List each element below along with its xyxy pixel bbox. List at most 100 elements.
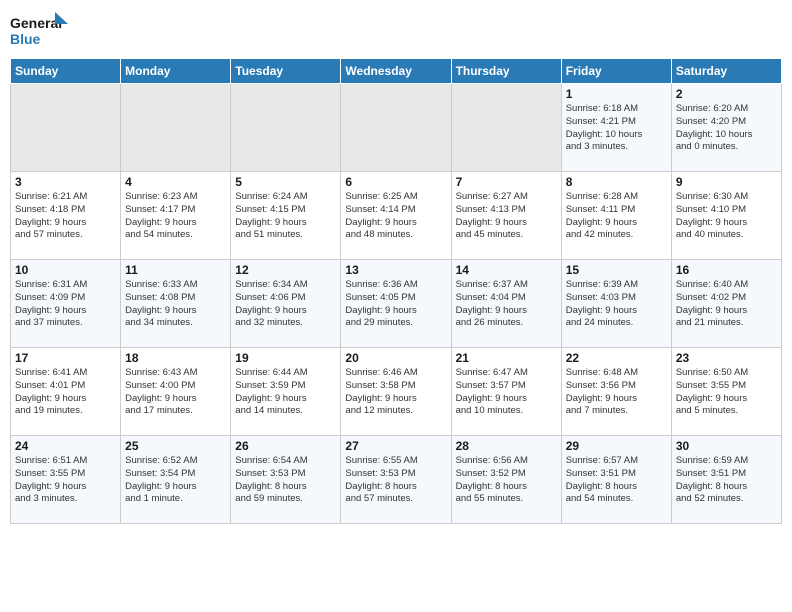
day-number: 18 xyxy=(125,351,226,365)
day-number: 9 xyxy=(676,175,777,189)
cell-content: Sunrise: 6:51 AM Sunset: 3:55 PM Dayligh… xyxy=(15,455,116,506)
calendar-cell: 3 Sunrise: 6:21 AM Sunset: 4:18 PM Daylig… xyxy=(11,172,121,260)
cell-content: Sunrise: 6:50 AM Sunset: 3:55 PM Dayligh… xyxy=(676,367,777,418)
weekday-header-tuesday: Tuesday xyxy=(231,59,341,84)
day-number: 15 xyxy=(566,263,667,277)
calendar-cell: 27 Sunrise: 6:55 AM Sunset: 3:53 PM Dayli… xyxy=(341,436,451,524)
calendar-cell: 7 Sunrise: 6:27 AM Sunset: 4:13 PM Daylig… xyxy=(451,172,561,260)
cell-content: Sunrise: 6:21 AM Sunset: 4:18 PM Dayligh… xyxy=(15,191,116,242)
day-number: 1 xyxy=(566,87,667,101)
calendar-cell: 12 Sunrise: 6:34 AM Sunset: 4:06 PM Dayli… xyxy=(231,260,341,348)
calendar-cell: 28 Sunrise: 6:56 AM Sunset: 3:52 PM Dayli… xyxy=(451,436,561,524)
day-number: 25 xyxy=(125,439,226,453)
calendar-header: SundayMondayTuesdayWednesdayThursdayFrid… xyxy=(11,59,782,84)
cell-content: Sunrise: 6:48 AM Sunset: 3:56 PM Dayligh… xyxy=(566,367,667,418)
weekday-header-sunday: Sunday xyxy=(11,59,121,84)
cell-content: Sunrise: 6:40 AM Sunset: 4:02 PM Dayligh… xyxy=(676,279,777,330)
calendar-cell xyxy=(11,84,121,172)
day-number: 13 xyxy=(345,263,446,277)
cell-content: Sunrise: 6:59 AM Sunset: 3:51 PM Dayligh… xyxy=(676,455,777,506)
cell-content: Sunrise: 6:56 AM Sunset: 3:52 PM Dayligh… xyxy=(456,455,557,506)
day-number: 16 xyxy=(676,263,777,277)
calendar-week-1: 1Sunrise: 6:18 AM Sunset: 4:21 PM Daylig… xyxy=(11,84,782,172)
day-number: 12 xyxy=(235,263,336,277)
calendar-cell: 21 Sunrise: 6:47 AM Sunset: 3:57 PM Dayli… xyxy=(451,348,561,436)
calendar-cell: 25Sunrise: 6:52 AM Sunset: 3:54 PM Dayli… xyxy=(121,436,231,524)
calendar-cell: 14 Sunrise: 6:37 AM Sunset: 4:04 PM Dayli… xyxy=(451,260,561,348)
calendar-week-5: 24 Sunrise: 6:51 AM Sunset: 3:55 PM Dayli… xyxy=(11,436,782,524)
weekday-header-friday: Friday xyxy=(561,59,671,84)
cell-content: Sunrise: 6:28 AM Sunset: 4:11 PM Dayligh… xyxy=(566,191,667,242)
day-number: 14 xyxy=(456,263,557,277)
weekday-row: SundayMondayTuesdayWednesdayThursdayFrid… xyxy=(11,59,782,84)
day-number: 22 xyxy=(566,351,667,365)
calendar-cell xyxy=(231,84,341,172)
cell-content: Sunrise: 6:24 AM Sunset: 4:15 PM Dayligh… xyxy=(235,191,336,242)
svg-text:Blue: Blue xyxy=(10,31,41,47)
calendar: SundayMondayTuesdayWednesdayThursdayFrid… xyxy=(10,58,782,524)
calendar-cell: 22 Sunrise: 6:48 AM Sunset: 3:56 PM Dayli… xyxy=(561,348,671,436)
day-number: 10 xyxy=(15,263,116,277)
calendar-cell: 11 Sunrise: 6:33 AM Sunset: 4:08 PM Dayli… xyxy=(121,260,231,348)
day-number: 4 xyxy=(125,175,226,189)
cell-content: Sunrise: 6:55 AM Sunset: 3:53 PM Dayligh… xyxy=(345,455,446,506)
cell-content: Sunrise: 6:47 AM Sunset: 3:57 PM Dayligh… xyxy=(456,367,557,418)
cell-content: Sunrise: 6:27 AM Sunset: 4:13 PM Dayligh… xyxy=(456,191,557,242)
day-number: 11 xyxy=(125,263,226,277)
cell-content: Sunrise: 6:44 AM Sunset: 3:59 PM Dayligh… xyxy=(235,367,336,418)
cell-content: Sunrise: 6:23 AM Sunset: 4:17 PM Dayligh… xyxy=(125,191,226,242)
calendar-cell: 8 Sunrise: 6:28 AM Sunset: 4:11 PM Daylig… xyxy=(561,172,671,260)
day-number: 2 xyxy=(676,87,777,101)
calendar-cell: 1Sunrise: 6:18 AM Sunset: 4:21 PM Daylig… xyxy=(561,84,671,172)
weekday-header-wednesday: Wednesday xyxy=(341,59,451,84)
day-number: 5 xyxy=(235,175,336,189)
cell-content: Sunrise: 6:34 AM Sunset: 4:06 PM Dayligh… xyxy=(235,279,336,330)
day-number: 17 xyxy=(15,351,116,365)
cell-content: Sunrise: 6:37 AM Sunset: 4:04 PM Dayligh… xyxy=(456,279,557,330)
cell-content: Sunrise: 6:33 AM Sunset: 4:08 PM Dayligh… xyxy=(125,279,226,330)
logo: GeneralBlue xyxy=(10,10,70,50)
day-number: 26 xyxy=(235,439,336,453)
cell-content: Sunrise: 6:57 AM Sunset: 3:51 PM Dayligh… xyxy=(566,455,667,506)
calendar-body: 1Sunrise: 6:18 AM Sunset: 4:21 PM Daylig… xyxy=(11,84,782,524)
cell-content: Sunrise: 6:41 AM Sunset: 4:01 PM Dayligh… xyxy=(15,367,116,418)
header: GeneralBlue xyxy=(10,10,782,50)
day-number: 7 xyxy=(456,175,557,189)
cell-content: Sunrise: 6:25 AM Sunset: 4:14 PM Dayligh… xyxy=(345,191,446,242)
day-number: 24 xyxy=(15,439,116,453)
calendar-cell: 10 Sunrise: 6:31 AM Sunset: 4:09 PM Dayli… xyxy=(11,260,121,348)
calendar-cell xyxy=(121,84,231,172)
calendar-cell: 15 Sunrise: 6:39 AM Sunset: 4:03 PM Dayli… xyxy=(561,260,671,348)
day-number: 30 xyxy=(676,439,777,453)
cell-content: Sunrise: 6:39 AM Sunset: 4:03 PM Dayligh… xyxy=(566,279,667,330)
day-number: 8 xyxy=(566,175,667,189)
weekday-header-thursday: Thursday xyxy=(451,59,561,84)
calendar-cell xyxy=(451,84,561,172)
calendar-cell: 29Sunrise: 6:57 AM Sunset: 3:51 PM Dayli… xyxy=(561,436,671,524)
cell-content: Sunrise: 6:43 AM Sunset: 4:00 PM Dayligh… xyxy=(125,367,226,418)
day-number: 27 xyxy=(345,439,446,453)
calendar-cell: 2Sunrise: 6:20 AM Sunset: 4:20 PM Daylig… xyxy=(671,84,781,172)
cell-content: Sunrise: 6:31 AM Sunset: 4:09 PM Dayligh… xyxy=(15,279,116,330)
day-number: 23 xyxy=(676,351,777,365)
calendar-cell: 19Sunrise: 6:44 AM Sunset: 3:59 PM Dayli… xyxy=(231,348,341,436)
calendar-week-4: 17 Sunrise: 6:41 AM Sunset: 4:01 PM Dayli… xyxy=(11,348,782,436)
calendar-cell: 9Sunrise: 6:30 AM Sunset: 4:10 PM Daylig… xyxy=(671,172,781,260)
calendar-week-3: 10 Sunrise: 6:31 AM Sunset: 4:09 PM Dayli… xyxy=(11,260,782,348)
calendar-week-2: 3 Sunrise: 6:21 AM Sunset: 4:18 PM Daylig… xyxy=(11,172,782,260)
calendar-cell xyxy=(341,84,451,172)
calendar-cell: 5 Sunrise: 6:24 AM Sunset: 4:15 PM Daylig… xyxy=(231,172,341,260)
calendar-cell: 4 Sunrise: 6:23 AM Sunset: 4:17 PM Daylig… xyxy=(121,172,231,260)
day-number: 6 xyxy=(345,175,446,189)
cell-content: Sunrise: 6:46 AM Sunset: 3:58 PM Dayligh… xyxy=(345,367,446,418)
calendar-cell: 23 Sunrise: 6:50 AM Sunset: 3:55 PM Dayli… xyxy=(671,348,781,436)
cell-content: Sunrise: 6:54 AM Sunset: 3:53 PM Dayligh… xyxy=(235,455,336,506)
calendar-cell: 16 Sunrise: 6:40 AM Sunset: 4:02 PM Dayli… xyxy=(671,260,781,348)
calendar-cell: 6 Sunrise: 6:25 AM Sunset: 4:14 PM Daylig… xyxy=(341,172,451,260)
day-number: 28 xyxy=(456,439,557,453)
day-number: 3 xyxy=(15,175,116,189)
calendar-cell: 20Sunrise: 6:46 AM Sunset: 3:58 PM Dayli… xyxy=(341,348,451,436)
cell-content: Sunrise: 6:36 AM Sunset: 4:05 PM Dayligh… xyxy=(345,279,446,330)
day-number: 21 xyxy=(456,351,557,365)
weekday-header-saturday: Saturday xyxy=(671,59,781,84)
